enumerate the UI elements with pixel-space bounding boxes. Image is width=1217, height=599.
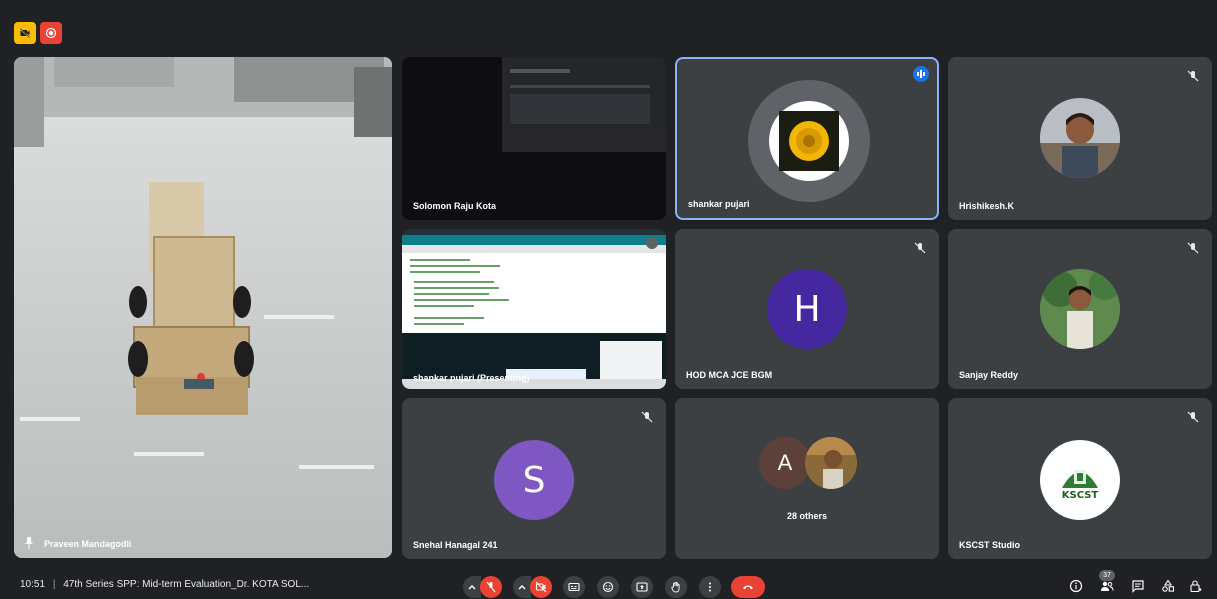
- chat-icon: [1132, 580, 1144, 593]
- mic-off-icon: [1186, 410, 1200, 424]
- meeting-details-button[interactable]: [1068, 578, 1084, 594]
- participant-name: shankar pujari: [688, 199, 750, 209]
- present-screen-button[interactable]: [631, 576, 653, 598]
- participant-name: Hrishikesh.K: [959, 201, 1015, 211]
- mic-options-button[interactable]: [463, 576, 481, 598]
- others-count-label: 28 others: [786, 511, 828, 521]
- meeting-time: 10:51: [20, 579, 46, 590]
- avatar-letter: H: [767, 269, 847, 349]
- host-controls-button[interactable]: [1188, 578, 1204, 594]
- pin-icon[interactable]: [24, 537, 34, 549]
- meeting-title: 47th Series SPP: Mid-term Evaluation_Dr.…: [63, 579, 310, 590]
- participant-name: Solomon Raju Kota: [413, 201, 496, 211]
- avatar-letter: A: [759, 437, 811, 489]
- mic-off-icon: [486, 581, 496, 593]
- leave-call-button[interactable]: [731, 576, 765, 598]
- meeting-info: 10:51 | 47th Series SPP: Mid-term Evalua…: [20, 579, 309, 590]
- captions-button[interactable]: [563, 576, 585, 598]
- participant-tile-solomon[interactable]: Solomon Raju Kota: [402, 57, 666, 220]
- closed-captions-icon: [568, 582, 580, 592]
- person-photo: [805, 437, 857, 489]
- chevron-up-icon: [518, 585, 526, 590]
- logo-text: KSCST: [1061, 489, 1099, 501]
- participant-tile-snehal[interactable]: S Snehal Hanagal 241: [402, 398, 666, 559]
- more-vert-icon: [709, 582, 711, 592]
- flower-photo: [769, 101, 849, 181]
- screen-share: [402, 229, 666, 389]
- separator: |: [52, 579, 56, 590]
- more-options-button[interactable]: [699, 576, 721, 598]
- camera-off-icon[interactable]: [14, 22, 36, 44]
- dark-video: [502, 57, 666, 152]
- chat-button[interactable]: [1130, 578, 1146, 594]
- speaking-ring: [748, 80, 870, 202]
- camera-toggle-button[interactable]: [530, 576, 552, 598]
- participant-tile-sanjay[interactable]: Sanjay Reddy: [948, 229, 1212, 389]
- participant-name: shankar pujari (Presenting): [413, 373, 530, 383]
- robot-car-video: [14, 57, 392, 558]
- participant-name: Sanjay Reddy: [959, 370, 1019, 380]
- present-icon: [636, 582, 648, 592]
- camera-off-icon: [535, 581, 547, 593]
- participant-tile-others[interactable]: A 28 others: [675, 398, 939, 559]
- chevron-up-icon: [468, 585, 476, 590]
- top-bar: [0, 0, 1217, 56]
- reactions-button[interactable]: [597, 576, 619, 598]
- mic-off-icon: [640, 410, 654, 424]
- participant-name: KSCST Studio: [959, 540, 1020, 550]
- mic-off-icon: [913, 241, 927, 255]
- lock-person-icon: [1190, 580, 1202, 593]
- participant-tile-shankar[interactable]: shankar pujari: [675, 57, 939, 220]
- activities-button[interactable]: [1160, 578, 1176, 594]
- info-icon: [1069, 579, 1083, 593]
- end-call-icon: [743, 585, 753, 590]
- emoji-icon: [602, 581, 614, 593]
- participant-tile-hrishikesh[interactable]: Hrishikesh.K: [948, 57, 1212, 220]
- bottom-bar: 10:51 | 47th Series SPP: Mid-term Evalua…: [0, 565, 1217, 599]
- mic-off-icon: [1186, 69, 1200, 83]
- kscst-logo: KSCST: [1040, 440, 1120, 520]
- raise-hand-button[interactable]: [665, 576, 687, 598]
- people-icon: [1101, 581, 1114, 591]
- speaking-icon: [913, 66, 929, 82]
- record-icon[interactable]: [40, 22, 62, 44]
- person-photo: [1040, 98, 1120, 178]
- people-button[interactable]: [1099, 578, 1115, 594]
- hand-icon: [671, 581, 680, 593]
- shapes-icon: [1162, 579, 1175, 592]
- participant-tile-screenshare[interactable]: shankar pujari (Presenting): [402, 229, 666, 389]
- participant-tile-hod[interactable]: H HOD MCA JCE BGM: [675, 229, 939, 389]
- participant-tile-main[interactable]: Praveen Mandagodli: [14, 57, 392, 558]
- camera-options-button[interactable]: [513, 576, 531, 598]
- mic-toggle-button[interactable]: [480, 576, 502, 598]
- avatar-letter: S: [494, 440, 574, 520]
- mic-off-icon: [1186, 241, 1200, 255]
- participant-tile-kscst[interactable]: KSCST KSCST Studio: [948, 398, 1212, 559]
- person-photo: [1040, 269, 1120, 349]
- participant-name: Praveen Mandagodli: [44, 539, 132, 549]
- participant-name: HOD MCA JCE BGM: [686, 370, 773, 380]
- participant-name: Snehal Hanagal 241: [413, 540, 498, 550]
